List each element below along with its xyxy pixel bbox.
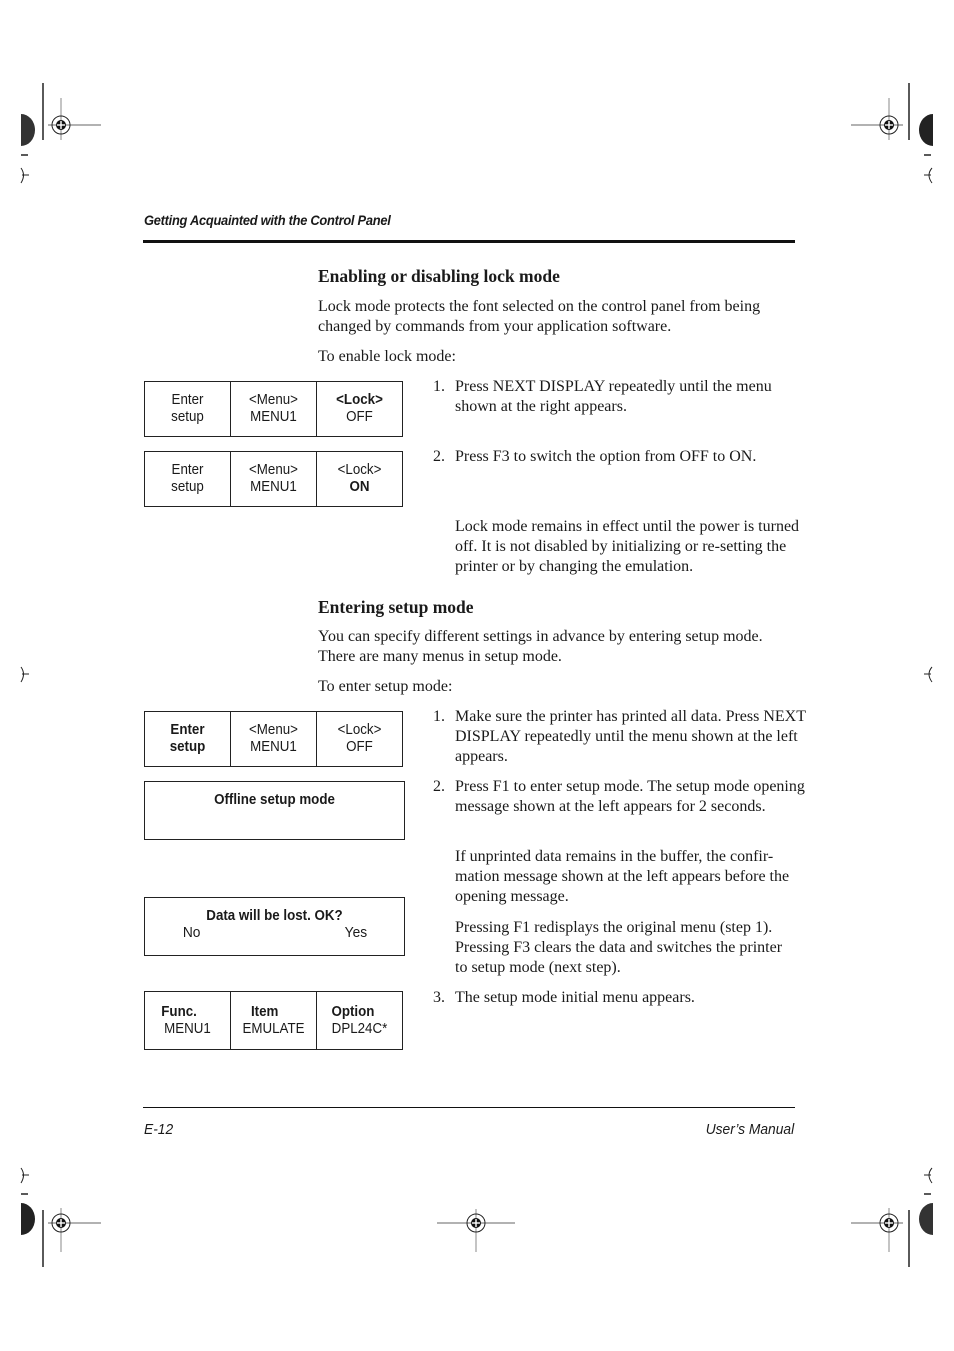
panel-cell-lock: <Lock> OFF <box>337 722 382 755</box>
confirm-option-no: No <box>182 925 201 941</box>
section-title-lock-mode: Enabling or disabling lock mode <box>318 266 560 286</box>
lcd-panel-lock-off: Enter setup <Menu> MENU1 <Lock> OFF <box>144 381 403 437</box>
panel-cell-lock: <Lock> ON <box>337 462 382 495</box>
setup-step-3: 3. The setup mode initial menu appears. <box>433 989 695 1006</box>
panel-cell-lock: <Lock> OFF <box>336 392 383 425</box>
lcd-panel-lock-on: Enter setup <Menu> MENU1 <Lock> ON <box>144 451 403 507</box>
setup-mode-lead-in: To enter setup mode: <box>318 678 453 695</box>
lcd-panel-offline-setup: Offline setup mode <box>144 781 405 840</box>
lcd-panel-enter-setup: Enter setup <Menu> MENU1 <Lock> OFF <box>144 711 403 767</box>
setup-mode-intro: You can specify different settings in ad… <box>318 628 763 665</box>
offline-setup-message: Offline setup mode <box>214 792 335 808</box>
panel-cell-func: Func. MENU1 <box>161 1003 211 1037</box>
section-title-setup-mode: Entering setup mode <box>318 597 474 617</box>
lock-step-1: 1. Press NEXT DISPLAY repeatedly until th… <box>433 378 772 415</box>
lock-mode-note: Lock mode remains in effect until the po… <box>455 518 800 575</box>
panel-cell-menu: <Menu> MENU1 <box>249 462 298 495</box>
panel-cell-option: Option DPL24C* <box>331 1003 388 1037</box>
running-head: Getting Acquainted with the Control Pane… <box>144 212 391 228</box>
confirm-option-yes: Yes <box>344 925 368 941</box>
setup-step-2: 2. Press F1 to enter setup mode. The setu… <box>433 778 805 815</box>
panel-cell-menu: <Menu> MENU1 <box>249 392 298 425</box>
confirm-message: Data will be lost. OK? <box>206 908 343 924</box>
manual-title: User’s Manual <box>705 1121 794 1138</box>
panel-cell-enter-setup: Enter setup <box>171 462 204 495</box>
panel-cell-enter-setup: Enter setup <box>171 392 204 425</box>
setup-note-confirmation: If unprinted data remains in the buffer,… <box>455 848 790 905</box>
lock-step-2: 2. Press F3 to switch the option from OFF… <box>433 448 757 465</box>
panel-cell-item: Item EMULATE <box>242 1003 305 1037</box>
registration-marks <box>20 83 933 1267</box>
lcd-panel-initial-menu: Func. MENU1 Item EMULATE Option DPL24C* <box>144 991 403 1050</box>
footer-rule <box>143 1107 795 1108</box>
lock-mode-intro: Lock mode protects the font selected on … <box>318 298 761 335</box>
setup-step-1: 1. Make sure the printer has printed all … <box>433 708 806 765</box>
lcd-panel-confirm: Data will be lost. OK? No Yes <box>144 897 405 956</box>
panel-cell-menu: <Menu> MENU1 <box>249 722 298 755</box>
header-rule <box>143 240 795 243</box>
page-number: E-12 <box>144 1121 174 1138</box>
setup-note-f1-f3: Pressing F1 redisplays the original menu… <box>455 919 783 976</box>
lock-mode-lead-in: To enable lock mode: <box>318 348 456 365</box>
panel-cell-enter-setup: Enter setup <box>169 722 206 755</box>
